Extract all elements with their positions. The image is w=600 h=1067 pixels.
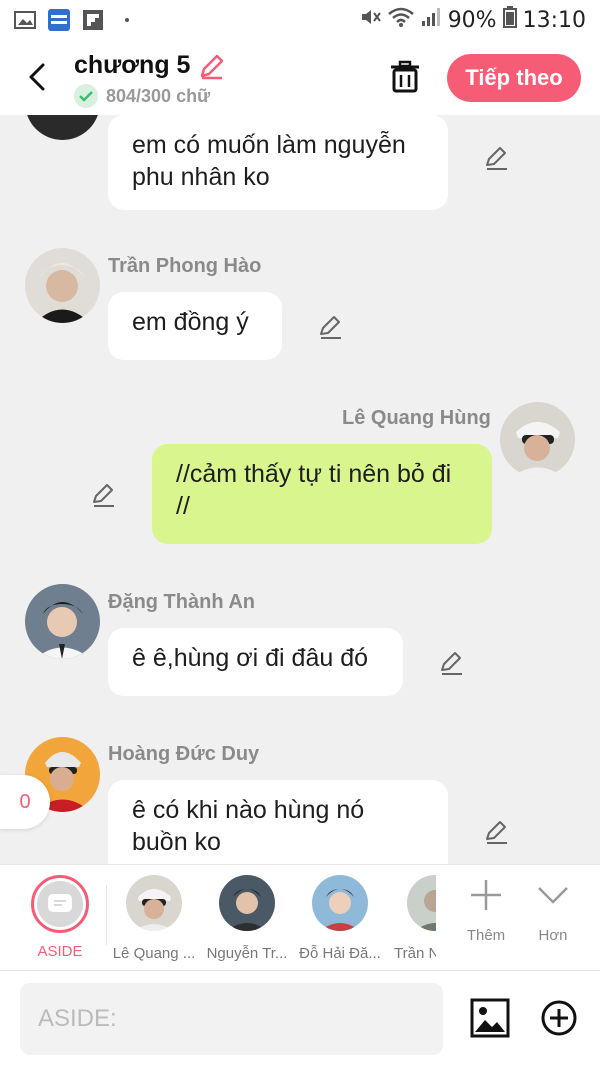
word-count-text: 804/300 chữ — [106, 85, 211, 106]
character-bar: ASIDE Lê Quang ... Nguyễn Tr... Đỗ Hải Đ… — [0, 864, 600, 971]
more-button[interactable]: Hơn — [523, 877, 583, 944]
plus-icon — [471, 880, 501, 910]
sender-name: Đặng Thành An — [108, 591, 256, 613]
avatar — [312, 875, 368, 931]
battery-icon — [502, 6, 517, 34]
noveltoon-notification-icon — [48, 9, 70, 31]
insert-image-button[interactable] — [470, 998, 510, 1038]
character-aside[interactable]: ASIDE — [15, 875, 105, 960]
chapter-header: chương 5 804/300 chữ Tiếp theo — [0, 40, 600, 115]
sender-name: Lê Quang Hùng — [342, 407, 491, 429]
character-item[interactable]: Nguyễn Tr... — [202, 875, 292, 962]
signal-icon — [420, 7, 442, 33]
chevron-down-icon — [538, 887, 568, 904]
edit-message-icon[interactable] — [482, 817, 512, 847]
wifi-icon — [387, 7, 414, 33]
aside-avatar — [31, 875, 89, 933]
chapter-title: chương 5 — [74, 51, 191, 79]
sender-name: Hoàng Đức Duy — [108, 743, 260, 765]
add-character-button[interactable]: Thêm — [456, 877, 516, 944]
avatar[interactable] — [500, 402, 575, 477]
chevron-left-icon — [29, 63, 45, 91]
message-bubble[interactable]: em có muốn làm nguyễn phu nhân ko — [108, 115, 448, 210]
character-label: Trần N — [394, 945, 436, 962]
check-icon — [74, 84, 98, 108]
avatar — [407, 875, 436, 931]
battery-percent: 90% — [447, 7, 497, 33]
message-bubble[interactable]: ê có khi nào hùng nó buồn ko — [108, 780, 448, 865]
back-button[interactable] — [20, 58, 54, 96]
avatar — [219, 875, 275, 931]
avatar[interactable] — [25, 115, 100, 140]
gallery-notification-icon — [14, 10, 36, 30]
trash-icon — [391, 60, 419, 93]
edit-message-icon[interactable] — [89, 480, 119, 510]
sender-name: Trần Phong Hào — [108, 255, 262, 277]
add-label: Thêm — [466, 927, 506, 944]
chapter-title-row: chương 5 — [74, 51, 226, 80]
avatar — [126, 875, 182, 931]
word-count: 804/300 chữ — [74, 84, 210, 108]
clock: 13:10 — [522, 7, 586, 33]
delete-button[interactable] — [386, 58, 424, 96]
character-item[interactable]: Lê Quang ... — [109, 875, 199, 962]
message-bubble[interactable]: ê ê,hùng ơi đi đâu đó — [108, 628, 403, 696]
plus-circle-icon — [541, 1000, 577, 1036]
mute-icon — [360, 7, 382, 33]
character-label: Lê Quang ... — [112, 945, 196, 962]
edit-message-icon[interactable] — [316, 312, 346, 342]
message-bubble[interactable]: em đồng ý — [108, 292, 282, 360]
character-item[interactable]: Trần N — [370, 875, 436, 962]
edit-message-icon[interactable] — [482, 143, 512, 173]
edit-title-icon[interactable] — [198, 52, 226, 80]
chat-area[interactable]: em có muốn làm nguyễn phu nhân ko Trần P… — [0, 115, 600, 865]
message-input[interactable]: ASIDE: — [20, 983, 443, 1055]
character-label: Nguyễn Tr... — [206, 945, 288, 962]
input-bar: ASIDE: — [0, 971, 600, 1067]
dot-icon — [116, 10, 138, 30]
message-bubble[interactable]: //cảm thấy tự ti nên bỏ đi // — [152, 444, 492, 544]
divider — [106, 885, 107, 945]
edit-message-icon[interactable] — [437, 648, 467, 678]
next-button[interactable]: Tiếp theo — [447, 54, 581, 102]
flipboard-notification-icon — [82, 10, 104, 30]
avatar[interactable] — [25, 248, 100, 323]
avatar[interactable] — [25, 584, 100, 659]
more-label: Hơn — [538, 927, 568, 944]
add-button[interactable] — [540, 999, 578, 1037]
image-icon — [470, 998, 510, 1038]
status-bar: 90% 13:10 — [0, 0, 600, 40]
chat-bubble-icon — [48, 894, 72, 912]
character-label: ASIDE — [37, 943, 83, 960]
